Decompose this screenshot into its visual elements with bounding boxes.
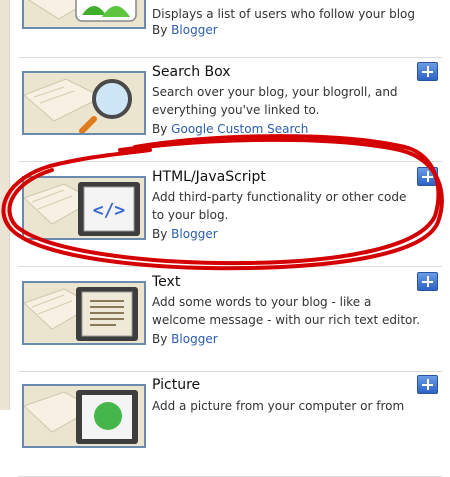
- widget-byline: By Google Custom Search: [152, 122, 308, 136]
- add-widget-button[interactable]: [417, 62, 438, 81]
- picture-thumbnail: [22, 384, 146, 448]
- widget-description: Add some words to your blog - like a wel…: [152, 295, 421, 327]
- author-link[interactable]: Blogger: [171, 227, 217, 241]
- widget-title: Search Box: [152, 64, 231, 80]
- left-border-line: [9, 0, 10, 410]
- widget-description: Add third-party functionality or other c…: [152, 190, 407, 222]
- widget-search-box: Search Box Search over your blog, your b…: [18, 57, 442, 162]
- widget-byline: By Blogger: [152, 23, 218, 37]
- author-link[interactable]: Blogger: [171, 332, 217, 346]
- text-thumbnail: [22, 281, 146, 345]
- widget-description: Add a picture from your computer or from: [152, 399, 405, 413]
- byline-prefix: By: [152, 332, 168, 346]
- add-widget-button[interactable]: [417, 375, 438, 394]
- left-border: [0, 0, 9, 410]
- widget-description: Search over your blog, your blogroll, an…: [152, 85, 398, 117]
- byline-prefix: By: [152, 23, 168, 37]
- html-javascript-thumbnail: </>: [22, 176, 146, 240]
- code-brackets-icon: </>: [78, 182, 140, 236]
- widget-html-javascript: </> HTML/JavaScript Add third-party func…: [18, 162, 442, 267]
- followers-thumbnail: [22, 0, 146, 29]
- widget-title: Picture: [152, 377, 201, 393]
- search-box-thumbnail: [22, 71, 146, 135]
- svg-text:</>: </>: [93, 200, 126, 221]
- text-document-icon: [76, 287, 138, 341]
- widget-title: HTML/JavaScript: [152, 169, 266, 185]
- add-widget-button[interactable]: [417, 272, 438, 291]
- byline-prefix: By: [152, 227, 168, 241]
- add-widget-button[interactable]: [417, 167, 438, 186]
- widget-picture: Picture Add a picture from your computer…: [18, 372, 442, 477]
- widget-byline: By Blogger: [152, 227, 218, 241]
- byline-prefix: By: [152, 122, 168, 136]
- widget-title: Text: [152, 274, 181, 290]
- widget-byline: By Blogger: [152, 332, 218, 346]
- widget-text: Text Add some words to your blog - like …: [18, 267, 442, 372]
- widget-description: Displays a list of users who follow your…: [152, 7, 416, 21]
- author-link[interactable]: Google Custom Search: [171, 122, 308, 136]
- author-link[interactable]: Blogger: [171, 23, 217, 37]
- widget-followers: Displays a list of users who follow your…: [18, 0, 442, 58]
- picture-icon: [76, 390, 138, 444]
- followers-people-icon: [75, 0, 137, 22]
